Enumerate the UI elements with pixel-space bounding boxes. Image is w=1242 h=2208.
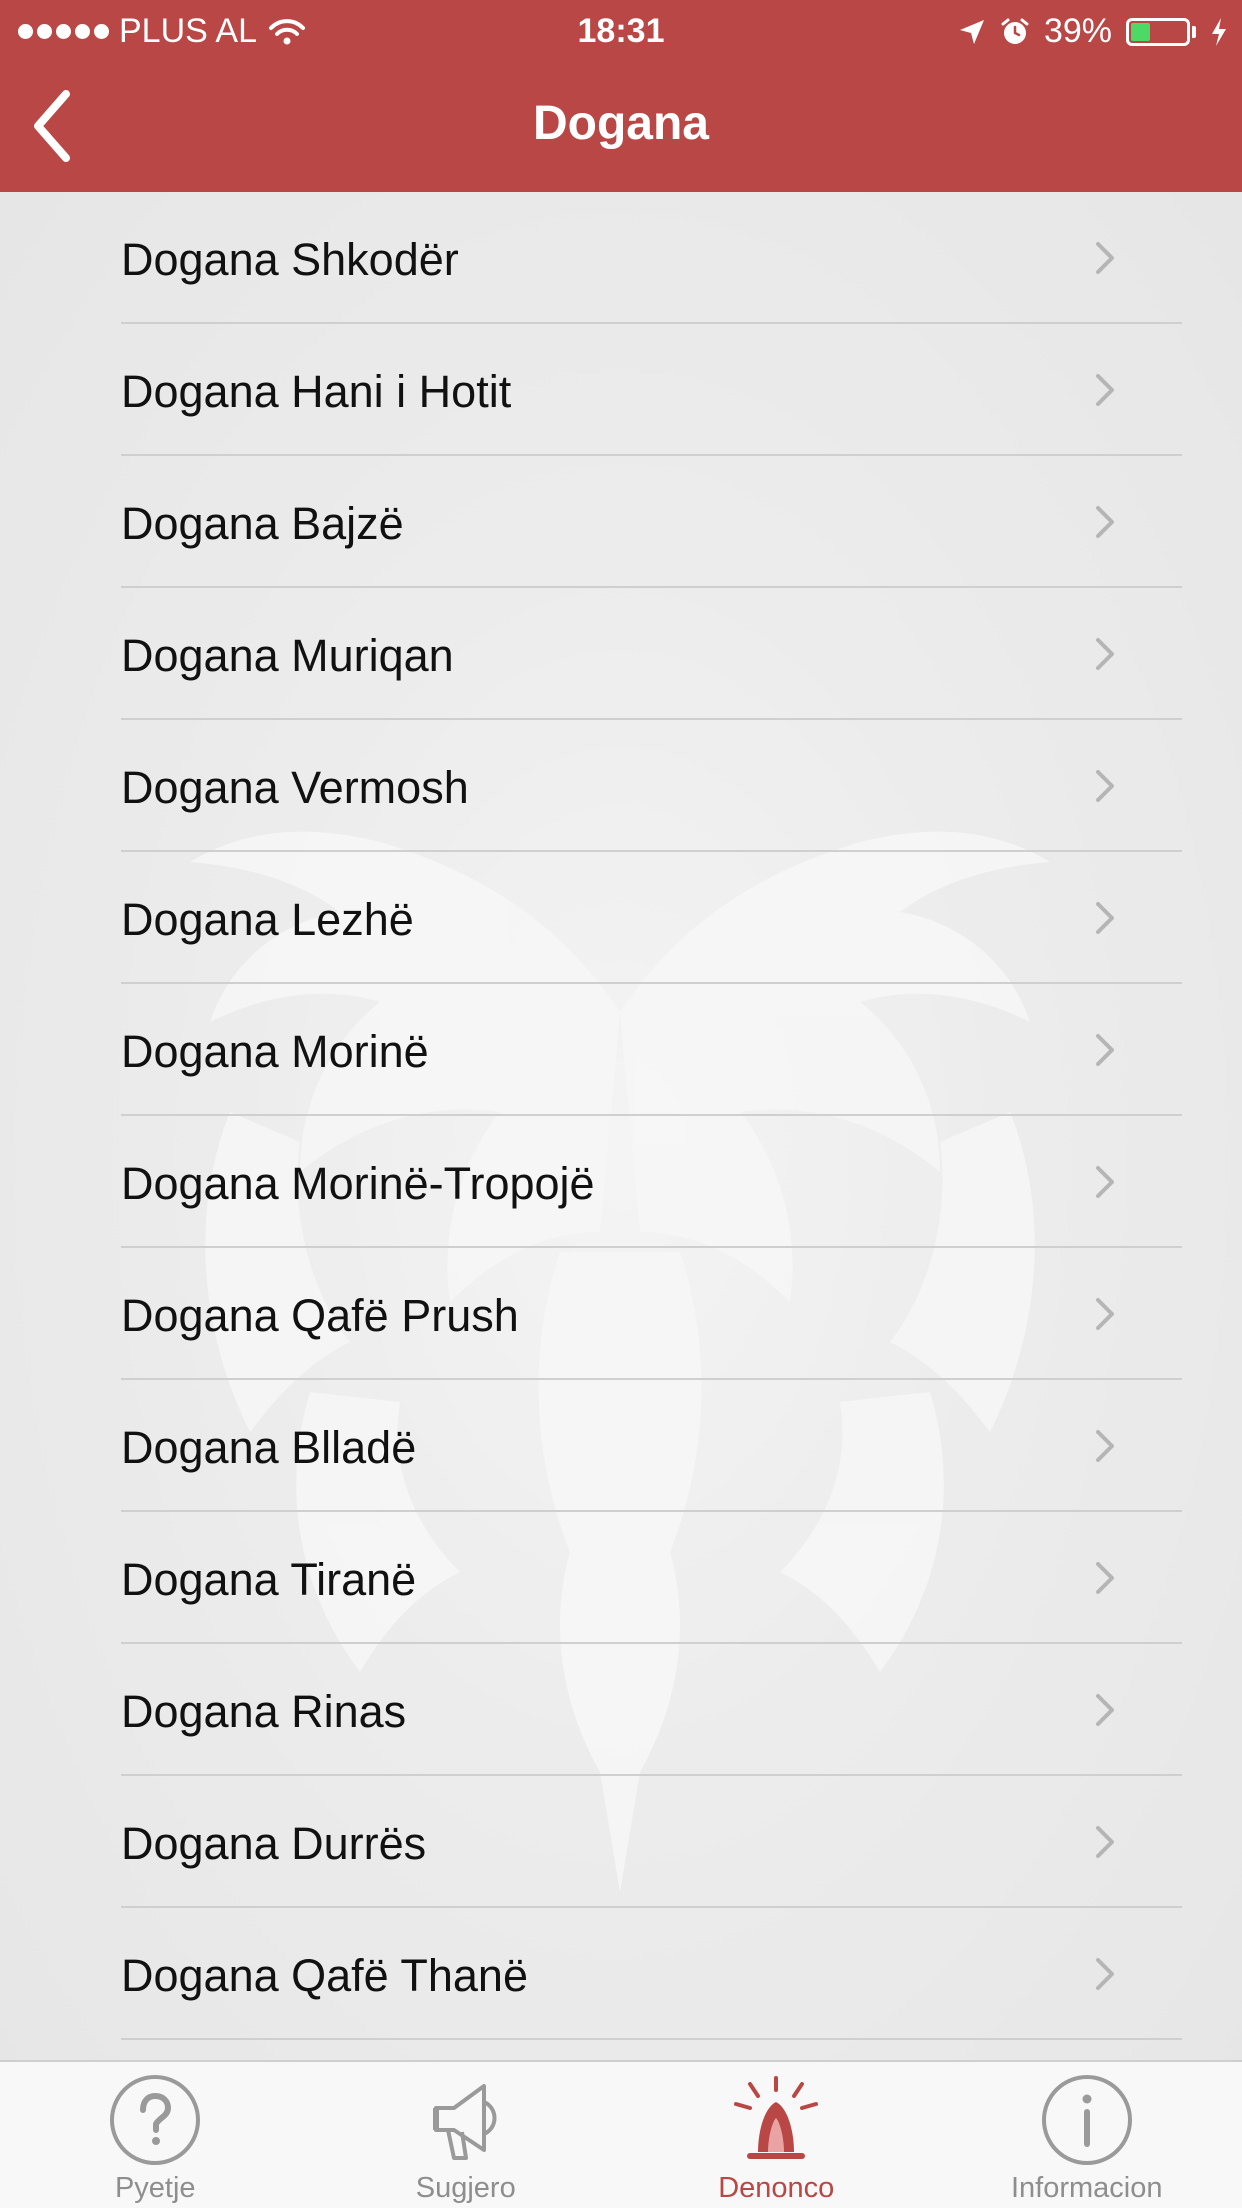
list-item-label: Dogana Vermosh [121, 762, 469, 813]
status-bar: PLUS AL 18:31 39% [0, 0, 1242, 62]
navigation-bar: Dogana [0, 62, 1242, 192]
battery-percent: 39% [1043, 12, 1112, 50]
list-item[interactable]: Dogana Rinas [0, 1644, 1242, 1776]
chevron-right-icon [1096, 1958, 1114, 1990]
customs-list-container[interactable]: Dogana Shkodër Dogana Hani i Hotit Dogana … [0, 192, 1242, 2060]
list-item[interactable]: Dogana Durrës [0, 1776, 1242, 1908]
list-item-label: Dogana Bajzë [121, 498, 404, 549]
list-item-label: Dogana Shkodër [121, 234, 459, 285]
chevron-right-icon [1096, 1298, 1114, 1330]
page-title: Dogana [532, 97, 709, 150]
list-item[interactable]: Dogana Blladë [0, 1380, 1242, 1512]
info-circle-icon [1041, 2075, 1132, 2165]
list-item[interactable]: Dogana Lezhë [0, 852, 1242, 984]
tab-pyetje[interactable]: Pyetje [0, 2062, 311, 2208]
list-item[interactable]: Dogana Bajzë [0, 456, 1242, 588]
list-item-label: Dogana Muriqan [121, 630, 454, 681]
charging-bolt-icon [1212, 17, 1226, 46]
list-item[interactable]: Dogana Muriqan [0, 588, 1242, 720]
list-item-label: Dogana Morinë-Tropojë [121, 1158, 595, 1209]
status-right: 39% [958, 12, 1228, 51]
chevron-right-icon [1096, 1562, 1114, 1594]
tab-bar: Pyetje Sugjero Denonco Informacion [0, 2060, 1242, 2208]
list-item-label: Dogana Tiranë [121, 1554, 417, 1605]
list-item[interactable]: Dogana Qafë Prush [0, 1248, 1242, 1380]
tab-denonco[interactable]: Denonco [621, 2062, 932, 2208]
chevron-right-icon [1096, 902, 1114, 934]
megaphone-icon [432, 2084, 497, 2160]
chevron-right-icon [1096, 506, 1114, 538]
row-separator [121, 2038, 1182, 2040]
tab-informacion[interactable]: Informacion [932, 2062, 1242, 2208]
battery-fill [1131, 22, 1150, 41]
chevron-right-icon [1096, 1694, 1114, 1726]
chevron-right-icon [1096, 1826, 1114, 1858]
list-item[interactable]: Dogana Tiranë [0, 1512, 1242, 1644]
tab-label: Denonco [718, 2172, 835, 2204]
chevron-right-icon [1096, 1430, 1114, 1462]
chevron-right-icon [1096, 638, 1114, 670]
chevron-right-icon [1096, 1166, 1114, 1198]
list-item-label: Dogana Rinas [121, 1686, 407, 1737]
list-item[interactable]: Dogana Hani i Hotit [0, 324, 1242, 456]
list-item[interactable]: Dogana Morinë-Tropojë [0, 1116, 1242, 1248]
alert-bell-icon [734, 2076, 819, 2159]
list-item-label: Dogana Qafë Thanë [121, 1950, 528, 2001]
tab-sugjero[interactable]: Sugjero [311, 2062, 622, 2208]
list-item[interactable]: Dogana Qafë Thanë [0, 1908, 1242, 2040]
tab-label: Pyetje [114, 2172, 196, 2204]
list-item-label: Dogana Blladë [121, 1422, 417, 1473]
chevron-right-icon [1096, 242, 1114, 274]
location-arrow-icon [959, 19, 984, 44]
list-item-label: Dogana Lezhë [121, 894, 414, 945]
customs-list: Dogana Shkodër Dogana Hani i Hotit Dogana … [0, 192, 1242, 2040]
list-item[interactable]: Dogana Morinë [0, 984, 1242, 1116]
chevron-right-icon [1096, 374, 1114, 406]
alarm-icon [1001, 18, 1029, 44]
list-item[interactable]: Dogana Shkodër [0, 192, 1242, 324]
tab-label: Sugjero [415, 2172, 516, 2204]
list-item-label: Dogana Qafë Prush [121, 1290, 519, 1341]
battery-icon [1126, 17, 1190, 46]
chevron-right-icon [1096, 1034, 1114, 1066]
chevron-right-icon [1096, 770, 1114, 802]
list-item-label: Dogana Morinë [121, 1026, 429, 1077]
question-circle-icon [110, 2075, 201, 2165]
list-item-label: Dogana Hani i Hotit [121, 366, 512, 417]
list-item-label: Dogana Durrës [121, 1818, 427, 1869]
tab-label: Informacion [1010, 2172, 1163, 2204]
app-header: PLUS AL 18:31 39% Dogana [0, 0, 1242, 192]
list-item[interactable]: Dogana Vermosh [0, 720, 1242, 852]
